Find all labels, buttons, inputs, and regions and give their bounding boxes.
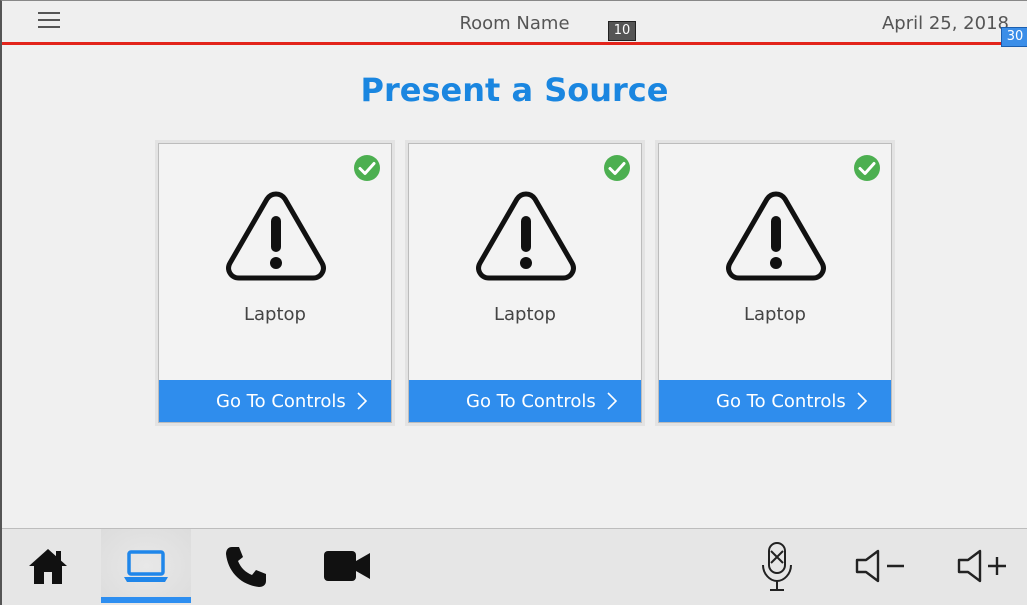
laptop-button[interactable] bbox=[101, 529, 191, 603]
warning-icon bbox=[226, 191, 326, 281]
chevron-right-icon bbox=[857, 392, 867, 410]
badge-left: 10 bbox=[608, 21, 636, 41]
header-bar: Room Name 10 April 25, 2018 bbox=[2, 1, 1027, 45]
go-to-controls-button[interactable]: Go To Controls bbox=[159, 380, 391, 422]
active-indicator bbox=[101, 597, 191, 603]
home-icon bbox=[29, 549, 67, 584]
check-icon bbox=[854, 155, 880, 181]
phone-icon bbox=[226, 547, 266, 587]
go-to-controls-label: Go To Controls bbox=[216, 391, 346, 412]
volume-down-icon bbox=[855, 549, 904, 583]
microphone-mute-icon bbox=[762, 542, 792, 591]
page-title: Present a Source bbox=[360, 71, 669, 109]
video-camera-icon bbox=[324, 551, 370, 581]
video-button[interactable] bbox=[302, 529, 392, 603]
warning-icon bbox=[726, 191, 826, 281]
phone-button[interactable] bbox=[202, 529, 292, 603]
chevron-right-icon bbox=[607, 392, 617, 410]
warning-icon bbox=[476, 191, 576, 281]
source-cards: Laptop Go To Controls Laptop Go To Contr… bbox=[155, 140, 897, 426]
footer-bar bbox=[2, 528, 1027, 605]
room-name: Room Name bbox=[459, 13, 570, 34]
volume-up-icon bbox=[957, 549, 1006, 583]
go-to-controls-button[interactable]: Go To Controls bbox=[409, 380, 641, 422]
check-icon bbox=[354, 155, 380, 181]
chevron-right-icon bbox=[357, 392, 367, 410]
check-icon bbox=[604, 155, 630, 181]
source-label: Laptop bbox=[494, 304, 556, 325]
home-button[interactable] bbox=[2, 529, 92, 603]
source-label: Laptop bbox=[244, 304, 306, 325]
source-card[interactable]: Laptop Go To Controls bbox=[155, 140, 395, 426]
laptop-icon bbox=[124, 550, 168, 582]
go-to-controls-label: Go To Controls bbox=[716, 391, 846, 412]
go-to-controls-button[interactable]: Go To Controls bbox=[659, 380, 891, 422]
source-card[interactable]: Laptop Go To Controls bbox=[655, 140, 895, 426]
go-to-controls-label: Go To Controls bbox=[466, 391, 596, 412]
badge-right: 30 bbox=[1001, 27, 1027, 47]
date-label: April 25, 2018 bbox=[881, 13, 1009, 34]
mic-mute-button[interactable] bbox=[732, 529, 822, 603]
source-label: Laptop bbox=[744, 304, 806, 325]
volume-up-button[interactable] bbox=[936, 529, 1026, 603]
volume-down-button[interactable] bbox=[836, 529, 926, 603]
source-card[interactable]: Laptop Go To Controls bbox=[405, 140, 645, 426]
